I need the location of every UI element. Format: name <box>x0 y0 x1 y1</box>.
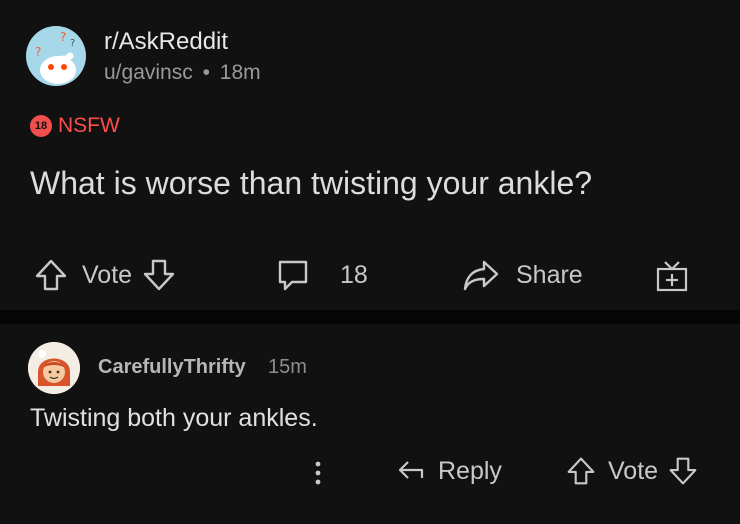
reply-label: Reply <box>438 456 502 485</box>
author-link[interactable]: u/gavinsc <box>104 61 193 84</box>
upvote-icon[interactable] <box>34 258 68 292</box>
comment-action-bar: Reply Vote <box>0 452 740 496</box>
svg-text:?: ? <box>70 38 75 49</box>
snoo-avatar-icon[interactable]: ? ? ? <box>26 26 86 86</box>
nsfw-badge: 18 <box>30 115 52 137</box>
comment-vote-label: Vote <box>608 456 659 485</box>
vote-label: Vote <box>82 260 133 289</box>
post-action-bar: Vote 18 Share <box>0 250 740 300</box>
reply-icon <box>396 456 426 486</box>
meta-separator: • <box>202 61 210 84</box>
upvote-icon[interactable] <box>566 456 596 486</box>
award-button[interactable] <box>654 257 690 293</box>
downvote-icon[interactable] <box>142 258 176 292</box>
comment-age: 15m <box>268 356 307 378</box>
svg-text:?: ? <box>35 45 41 59</box>
vote-control: Vote <box>34 258 176 292</box>
comment-icon <box>276 258 310 292</box>
downvote-icon[interactable] <box>668 456 698 486</box>
share-icon <box>462 258 500 292</box>
subreddit-name[interactable]: r/AskReddit <box>104 28 228 56</box>
svg-text:?: ? <box>60 30 66 44</box>
award-icon <box>654 257 690 293</box>
share-button[interactable]: Share <box>462 258 583 292</box>
comment-body: Twisting both your ankles. <box>30 404 318 432</box>
user-avatar-icon[interactable] <box>28 342 80 394</box>
more-vertical-icon <box>306 456 330 490</box>
divider <box>0 310 740 324</box>
comment-username[interactable]: CarefullyThrifty <box>98 356 246 379</box>
post-meta: u/gavinsc • 18m <box>104 61 261 85</box>
comments-button[interactable]: 18 <box>276 258 368 292</box>
share-label: Share <box>516 260 583 289</box>
reply-button[interactable]: Reply <box>396 456 502 486</box>
nsfw-label: NSFW <box>58 114 120 137</box>
comment-vote-control: Vote <box>566 456 698 486</box>
nsfw-tag: 18 NSFW <box>30 114 120 138</box>
more-options-button[interactable] <box>306 456 330 490</box>
post-title[interactable]: What is worse than twisting your ankle? <box>30 165 592 202</box>
post-age: 18m <box>219 61 261 84</box>
comment-count: 18 <box>340 260 368 289</box>
